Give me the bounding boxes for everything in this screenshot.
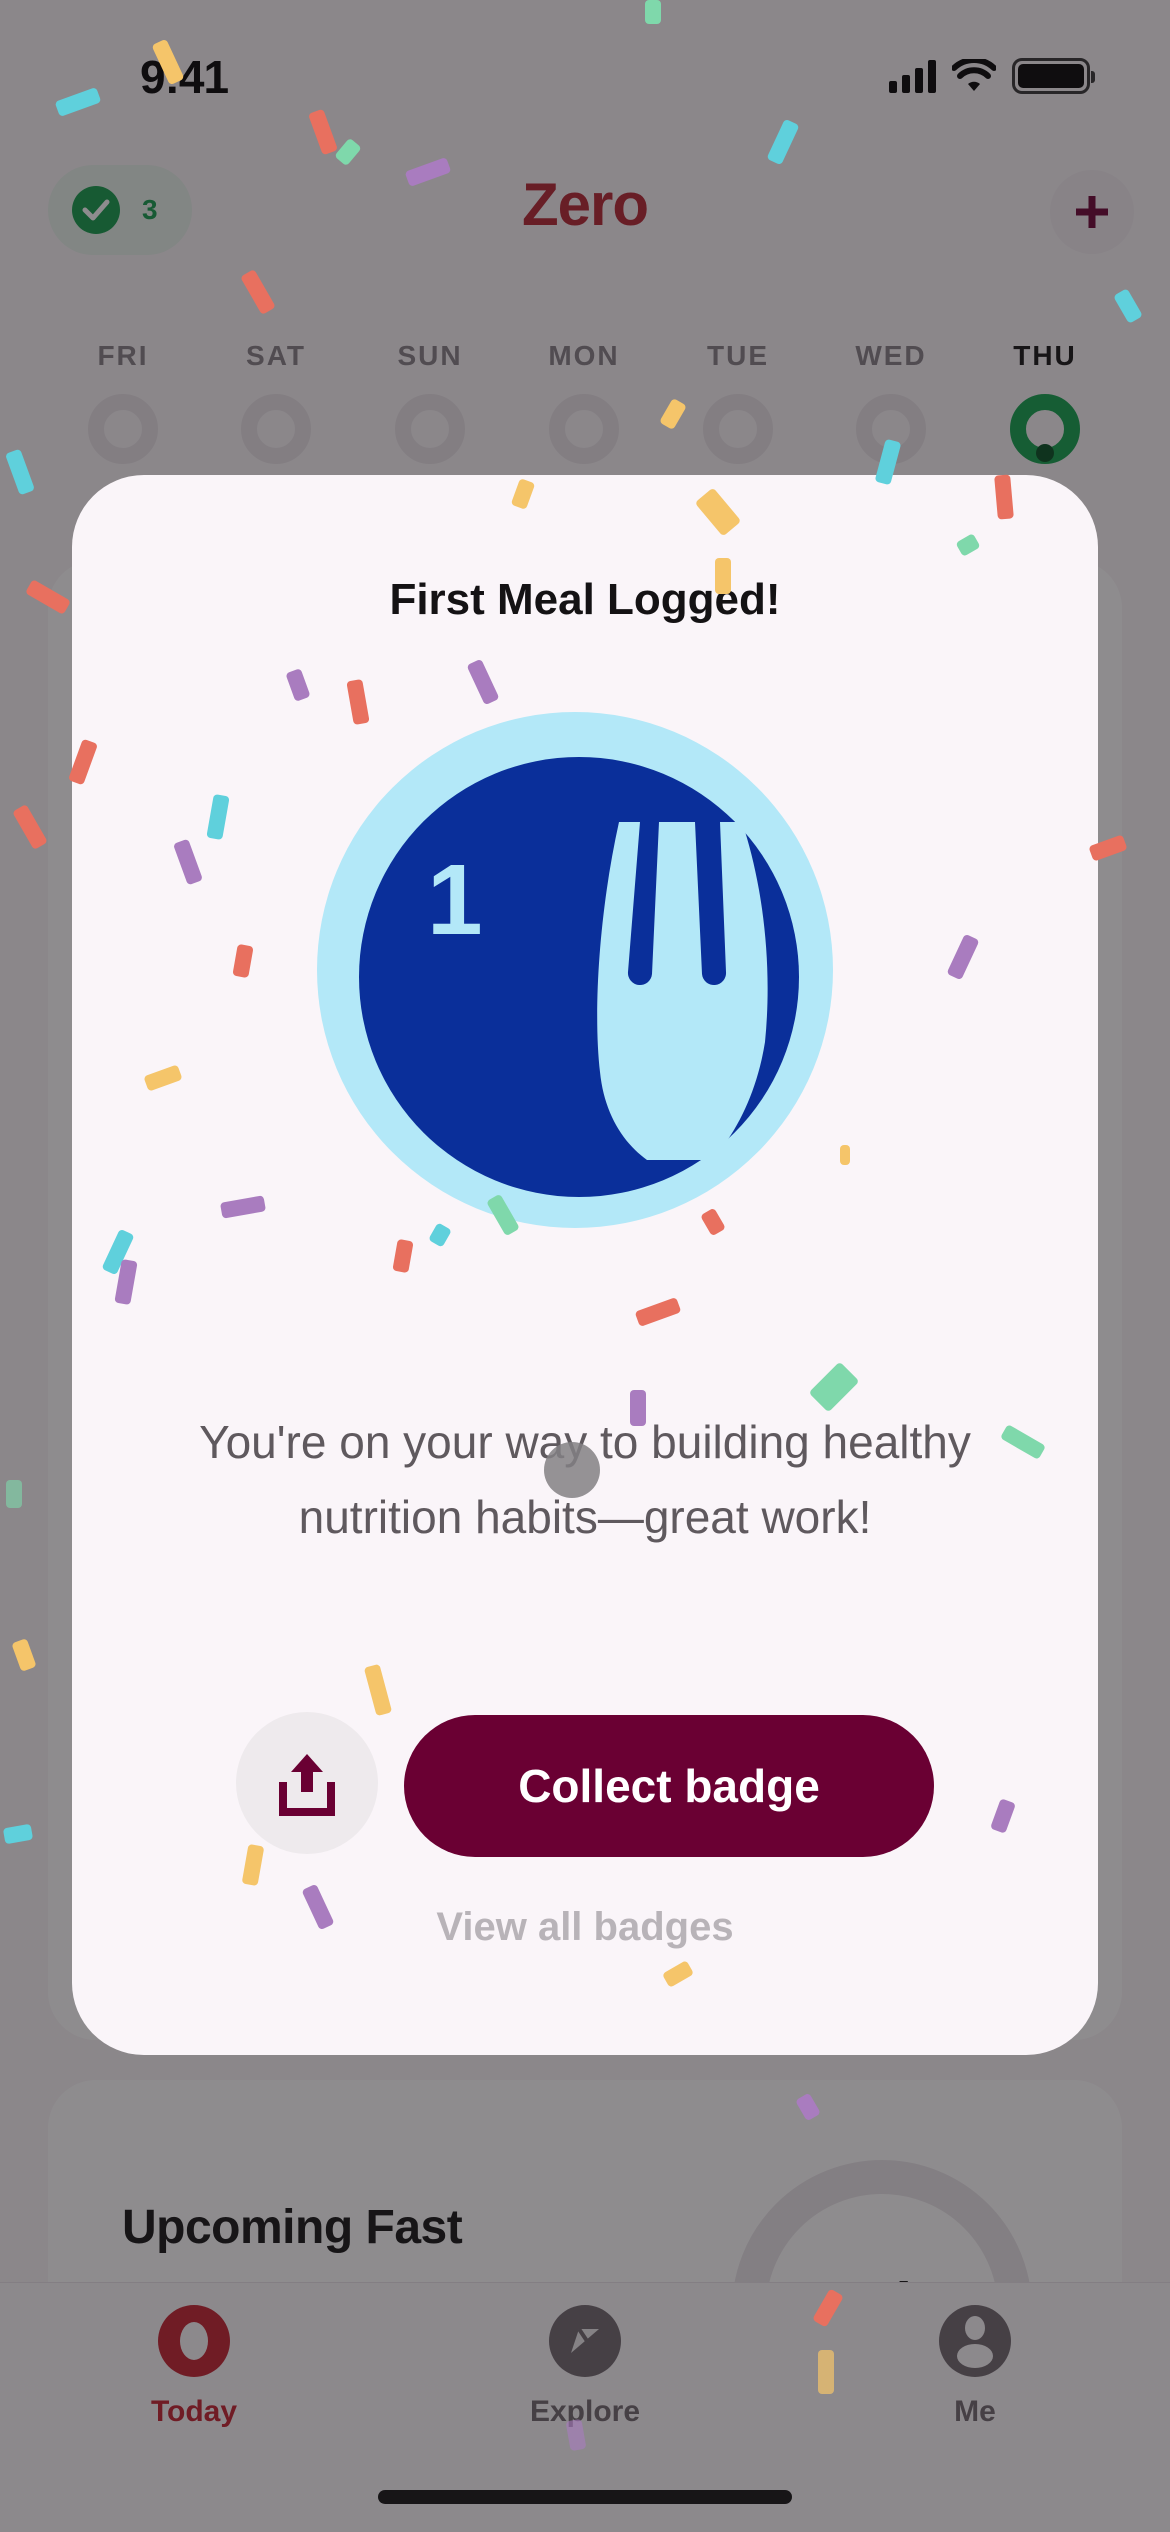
collect-badge-button[interactable]: Collect badge [404, 1715, 934, 1857]
fork-icon [597, 822, 768, 1160]
view-all-badges-link[interactable]: View all badges [72, 1905, 1098, 1950]
badge-number: 1 [427, 844, 483, 956]
share-icon [279, 1754, 335, 1816]
share-button[interactable] [236, 1712, 378, 1854]
first-meal-badge: 1 [317, 712, 833, 1228]
modal-title: First Meal Logged! [389, 575, 781, 624]
badge-modal: First Meal Logged! 1 You're on your way … [72, 475, 1098, 2055]
touch-indicator [544, 1442, 600, 1498]
